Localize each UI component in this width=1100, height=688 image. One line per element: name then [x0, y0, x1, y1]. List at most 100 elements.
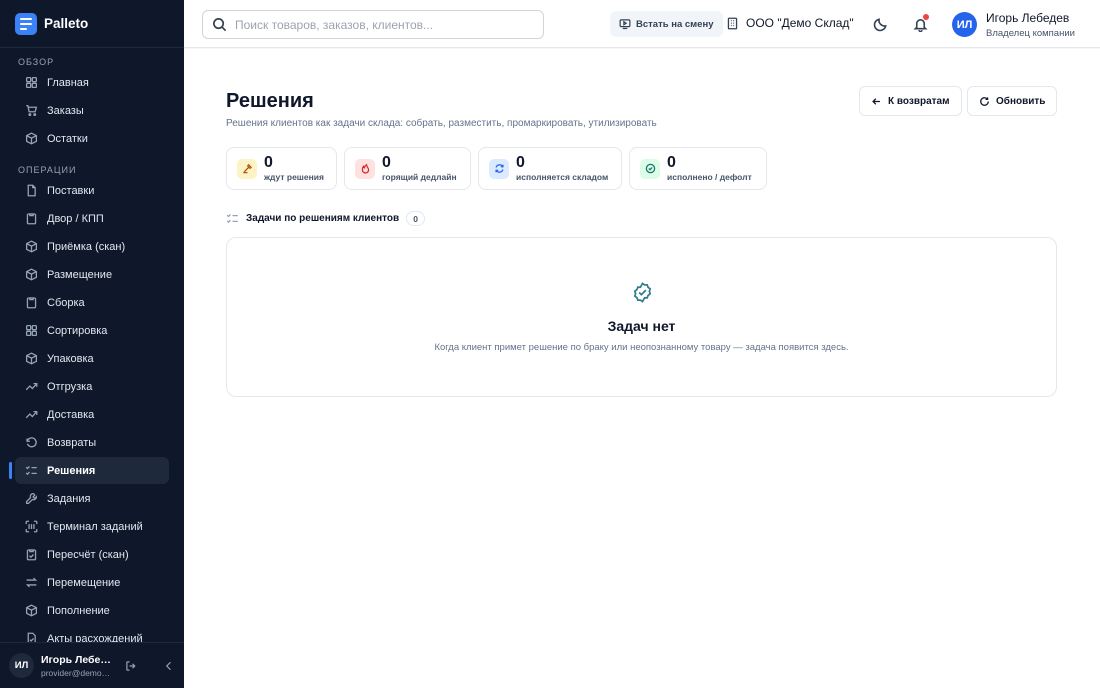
stat-label: горящий дедлайн: [382, 172, 457, 182]
sidebar-section-operations: ОПЕРАЦИИ: [18, 165, 77, 175]
sidebar-section-overview: ОБЗОР: [18, 57, 55, 67]
sidebar-item-label: Поставки: [47, 184, 95, 197]
sidebar-item-yard[interactable]: Двор / КПП: [15, 205, 169, 232]
stat-body: 0 исполняется складом: [516, 154, 608, 183]
building-icon: [727, 17, 738, 29]
clipboard-icon: [26, 297, 37, 309]
trending-up-icon: [25, 383, 38, 391]
sidebar-item-putaway[interactable]: Размещение: [15, 261, 169, 288]
refresh-icon: [494, 164, 504, 173]
cart-icon: [26, 104, 38, 117]
moon-icon: [873, 17, 887, 31]
stat-card-in-progress: 0 исполняется складом: [478, 147, 622, 190]
stat-value: 0: [382, 154, 391, 171]
sidebar-item-stock[interactable]: Остатки: [15, 125, 169, 152]
stat-icon-wrap: [237, 158, 257, 179]
stat-label: ждут решения: [264, 172, 324, 182]
collapse-sidebar-button[interactable]: [159, 656, 179, 676]
notification-dot: [923, 14, 929, 20]
sidebar-item-recount[interactable]: Пересчёт (скан): [15, 541, 169, 568]
empty-state-title: Задач нет: [607, 318, 676, 334]
sidebar-user-footer: ИЛ Игорь Лебедев provider@demo.palleto.r…: [0, 642, 184, 688]
box-icon: [25, 132, 38, 145]
start-shift-button[interactable]: Встать на смену: [610, 11, 723, 37]
stat-body: 0 горящий дедлайн: [382, 154, 457, 183]
theme-toggle-button[interactable]: [870, 14, 890, 34]
stat-icon-wrap: [489, 158, 509, 179]
company-switcher[interactable]: ООО "Демо Склад": [726, 16, 854, 30]
sidebar-item-sorting[interactable]: Сортировка: [15, 317, 169, 344]
topbar: Встать на смену ООО "Демо Склад" ИЛ Игор…: [184, 0, 1100, 48]
monitor-play-icon: [619, 19, 631, 30]
stat-card-deadline: 0 горящий дедлайн: [344, 147, 471, 190]
refresh-icon: [980, 96, 989, 106]
clipboard-check-icon: [26, 549, 37, 561]
grid-icon: [25, 76, 38, 89]
sidebar-item-label: Пополнение: [47, 604, 110, 617]
stat-icon-wrap: [640, 158, 660, 179]
brand-name: Palleto: [44, 16, 89, 31]
sidebar-item-orders[interactable]: Заказы: [15, 97, 169, 124]
sidebar-item-label: Пересчёт (скан): [47, 548, 129, 561]
stat-card-awaiting: 0 ждут решения: [226, 147, 337, 190]
back-button-label: К возвратам: [888, 95, 950, 107]
sidebar-item-label: Отгрузка: [47, 380, 93, 393]
scan-icon: [25, 520, 38, 533]
box-icon: [25, 240, 38, 253]
sidebar-item-label: Сортировка: [47, 324, 108, 337]
flame-icon: [361, 163, 369, 174]
sidebar-item-tasks[interactable]: Задания: [15, 485, 169, 512]
sidebar-item-returns[interactable]: Возвраты: [15, 429, 169, 456]
search-box[interactable]: [202, 10, 544, 39]
sidebar-item-label: Доставка: [47, 408, 95, 421]
avatar[interactable]: ИЛ: [9, 653, 34, 678]
refresh-button[interactable]: Обновить: [967, 86, 1058, 116]
notifications-button[interactable]: [910, 14, 930, 34]
sidebar-item-shipping[interactable]: Отгрузка: [15, 373, 169, 400]
tasks-section-title: Задачи по решениям клиентов: [246, 213, 400, 224]
sidebar-item-delivery[interactable]: Доставка: [15, 401, 169, 428]
sidebar-item-supplies[interactable]: Поставки: [15, 177, 169, 204]
sidebar: Palleto ОБЗОР Главная Заказы Остатки ОПЕ…: [0, 0, 184, 688]
sidebar-item-label: Задания: [47, 492, 91, 505]
sidebar-item-home[interactable]: Главная: [15, 69, 169, 96]
sidebar-item-label: Главная: [47, 76, 89, 89]
back-to-returns-button[interactable]: К возвратам: [859, 86, 962, 116]
sidebar-nav-operations: Поставки Двор / КПП Приёмка (скан) Разме…: [0, 177, 184, 652]
page-title: Решения: [226, 90, 314, 112]
sidebar-item-task-terminal[interactable]: Терминал заданий: [15, 513, 169, 540]
brand[interactable]: Palleto: [0, 0, 184, 48]
stat-body: 0 исполнено / дефолт: [667, 155, 752, 183]
sidebar-item-label: Приёмка (скан): [47, 240, 126, 253]
avatar[interactable]: ИЛ: [952, 12, 977, 37]
sidebar-item-replenishment[interactable]: Пополнение: [15, 597, 169, 624]
logout-button[interactable]: [121, 656, 141, 676]
trending-up-icon: [25, 411, 38, 419]
sidebar-item-receiving[interactable]: Приёмка (скан): [15, 233, 169, 260]
list-check-icon: [25, 465, 37, 476]
search-input[interactable]: [235, 17, 525, 32]
check-circle-icon: [645, 163, 655, 174]
sidebar-item-label: Размещение: [47, 268, 113, 281]
sidebar-item-transfer[interactable]: Перемещение: [15, 569, 169, 596]
arrow-left-icon: [872, 97, 880, 105]
sidebar-item-label: Заказы: [47, 104, 84, 117]
user-menu[interactable]: Игорь Лебедев Владелец компании: [986, 11, 1075, 39]
stat-value: 0: [264, 154, 273, 171]
stat-value: 0: [516, 154, 525, 171]
sidebar-item-label: Упаковка: [47, 352, 94, 365]
sidebar-item-label: Сборка: [47, 296, 85, 309]
sidebar-item-decisions[interactable]: Решения: [9, 457, 169, 484]
gavel-icon: [242, 163, 252, 174]
rotate-ccw-icon: [26, 437, 37, 448]
badge-check-icon: [631, 281, 654, 304]
wrench-icon: [25, 492, 38, 505]
tasks-empty-state: Задач нет Когда клиент примет решение по…: [226, 237, 1057, 397]
refresh-button-label: Обновить: [996, 95, 1046, 107]
sidebar-item-picking[interactable]: Сборка: [15, 289, 169, 316]
main-content: Решения Решения клиентов как задачи скла…: [184, 49, 1100, 688]
sidebar-item-packing[interactable]: Упаковка: [15, 345, 169, 372]
sidebar-user-name: Игорь Лебедев: [41, 653, 111, 666]
clipboard-icon: [26, 213, 37, 225]
box-icon: [25, 604, 38, 617]
